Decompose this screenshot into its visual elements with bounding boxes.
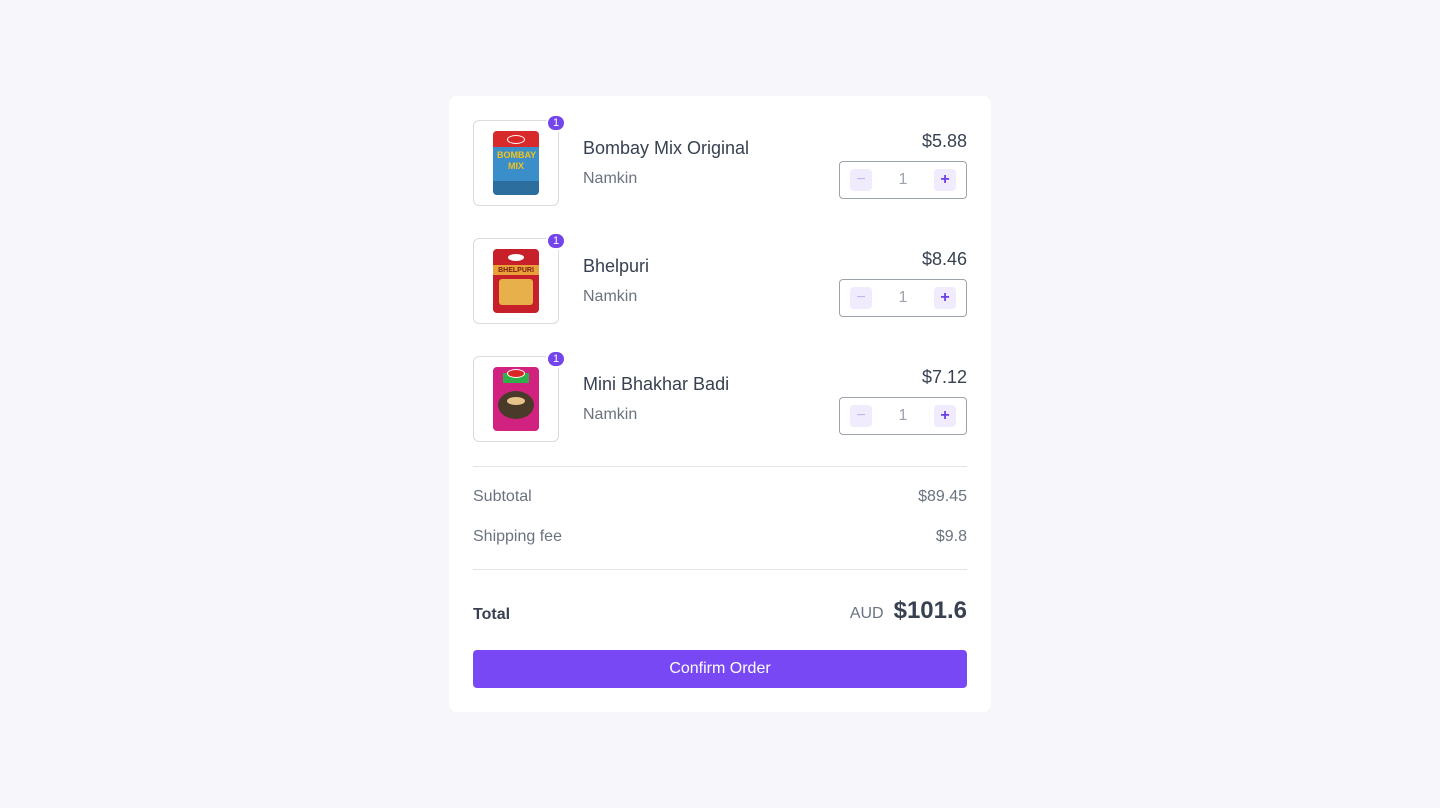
bhelpuri-pack-image: BHELPURI <box>493 249 539 313</box>
divider <box>473 569 967 570</box>
product-category: Namkin <box>583 406 638 423</box>
quantity-value[interactable]: 1 <box>899 171 908 189</box>
item-price-qty: $8.46 − 1 + <box>839 238 967 317</box>
product-thumbnail: BHELPURI 1 <box>473 232 566 324</box>
product-name: Bombay Mix Original <box>583 138 750 158</box>
quantity-badge: 1 <box>546 232 566 250</box>
total-row: Total AUD $101.6 <box>473 596 967 626</box>
product-image-frame <box>473 356 559 442</box>
product-price: $5.88 <box>921 131 967 151</box>
shipping-label: Shipping fee <box>473 528 562 545</box>
confirm-order-button[interactable]: Confirm Order <box>473 650 967 688</box>
quantity-value[interactable]: 1 <box>899 407 908 425</box>
currency-label: AUD <box>849 605 884 622</box>
item-info: Bhelpuri Namkin <box>583 238 839 307</box>
quantity-stepper: − 1 + <box>839 397 967 435</box>
divider <box>473 466 967 467</box>
minus-icon[interactable]: − <box>850 405 872 427</box>
cart-item: BHELPURI 1 Bhelpuri Namkin $8.46 − 1 + <box>473 232 967 324</box>
total-label: Total <box>473 606 511 623</box>
cart-item: 1 Mini Bhakhar Badi Namkin $7.12 − 1 + <box>473 350 967 442</box>
product-name: Mini Bhakhar Badi <box>583 374 730 394</box>
subtotal-row: Subtotal $89.45 <box>473 488 967 506</box>
subtotal-label: Subtotal <box>473 488 532 505</box>
plus-icon[interactable]: + <box>934 287 956 309</box>
quantity-value[interactable]: 1 <box>899 289 908 307</box>
shipping-row: Shipping fee $9.8 <box>473 528 967 546</box>
product-category: Namkin <box>583 288 638 305</box>
item-price-qty: $7.12 − 1 + <box>839 356 967 435</box>
item-price-qty: $5.88 − 1 + <box>839 120 967 199</box>
product-thumbnail: 1 <box>473 350 566 442</box>
plus-icon[interactable]: + <box>934 169 956 191</box>
quantity-badge: 1 <box>546 114 566 132</box>
mini-bhakhar-badi-pack-image <box>493 367 539 431</box>
quantity-stepper: − 1 + <box>839 279 967 317</box>
product-price: $8.46 <box>921 249 967 269</box>
total-value: $101.6 <box>893 597 967 624</box>
plus-icon[interactable]: + <box>934 405 956 427</box>
product-name: Bhelpuri <box>583 256 650 276</box>
bombay-mix-pack-image: BOMBAY MIX <box>493 131 539 195</box>
subtotal-value: $89.45 <box>918 488 967 505</box>
minus-icon[interactable]: − <box>850 169 872 191</box>
quantity-badge: 1 <box>546 350 566 368</box>
total-amount: AUD $101.6 <box>850 597 967 625</box>
quantity-stepper: − 1 + <box>839 161 967 199</box>
product-price: $7.12 <box>921 367 967 387</box>
product-image-frame: BOMBAY MIX <box>473 120 559 206</box>
minus-icon[interactable]: − <box>850 287 872 309</box>
item-info: Mini Bhakhar Badi Namkin <box>583 356 839 425</box>
cart-item: BOMBAY MIX 1 Bombay Mix Original Namkin … <box>473 114 967 206</box>
order-summary-card: BOMBAY MIX 1 Bombay Mix Original Namkin … <box>449 96 991 712</box>
shipping-value: $9.8 <box>935 528 967 545</box>
product-image-frame: BHELPURI <box>473 238 559 324</box>
product-category: Namkin <box>583 170 638 187</box>
product-thumbnail: BOMBAY MIX 1 <box>473 114 566 206</box>
item-info: Bombay Mix Original Namkin <box>583 120 839 189</box>
